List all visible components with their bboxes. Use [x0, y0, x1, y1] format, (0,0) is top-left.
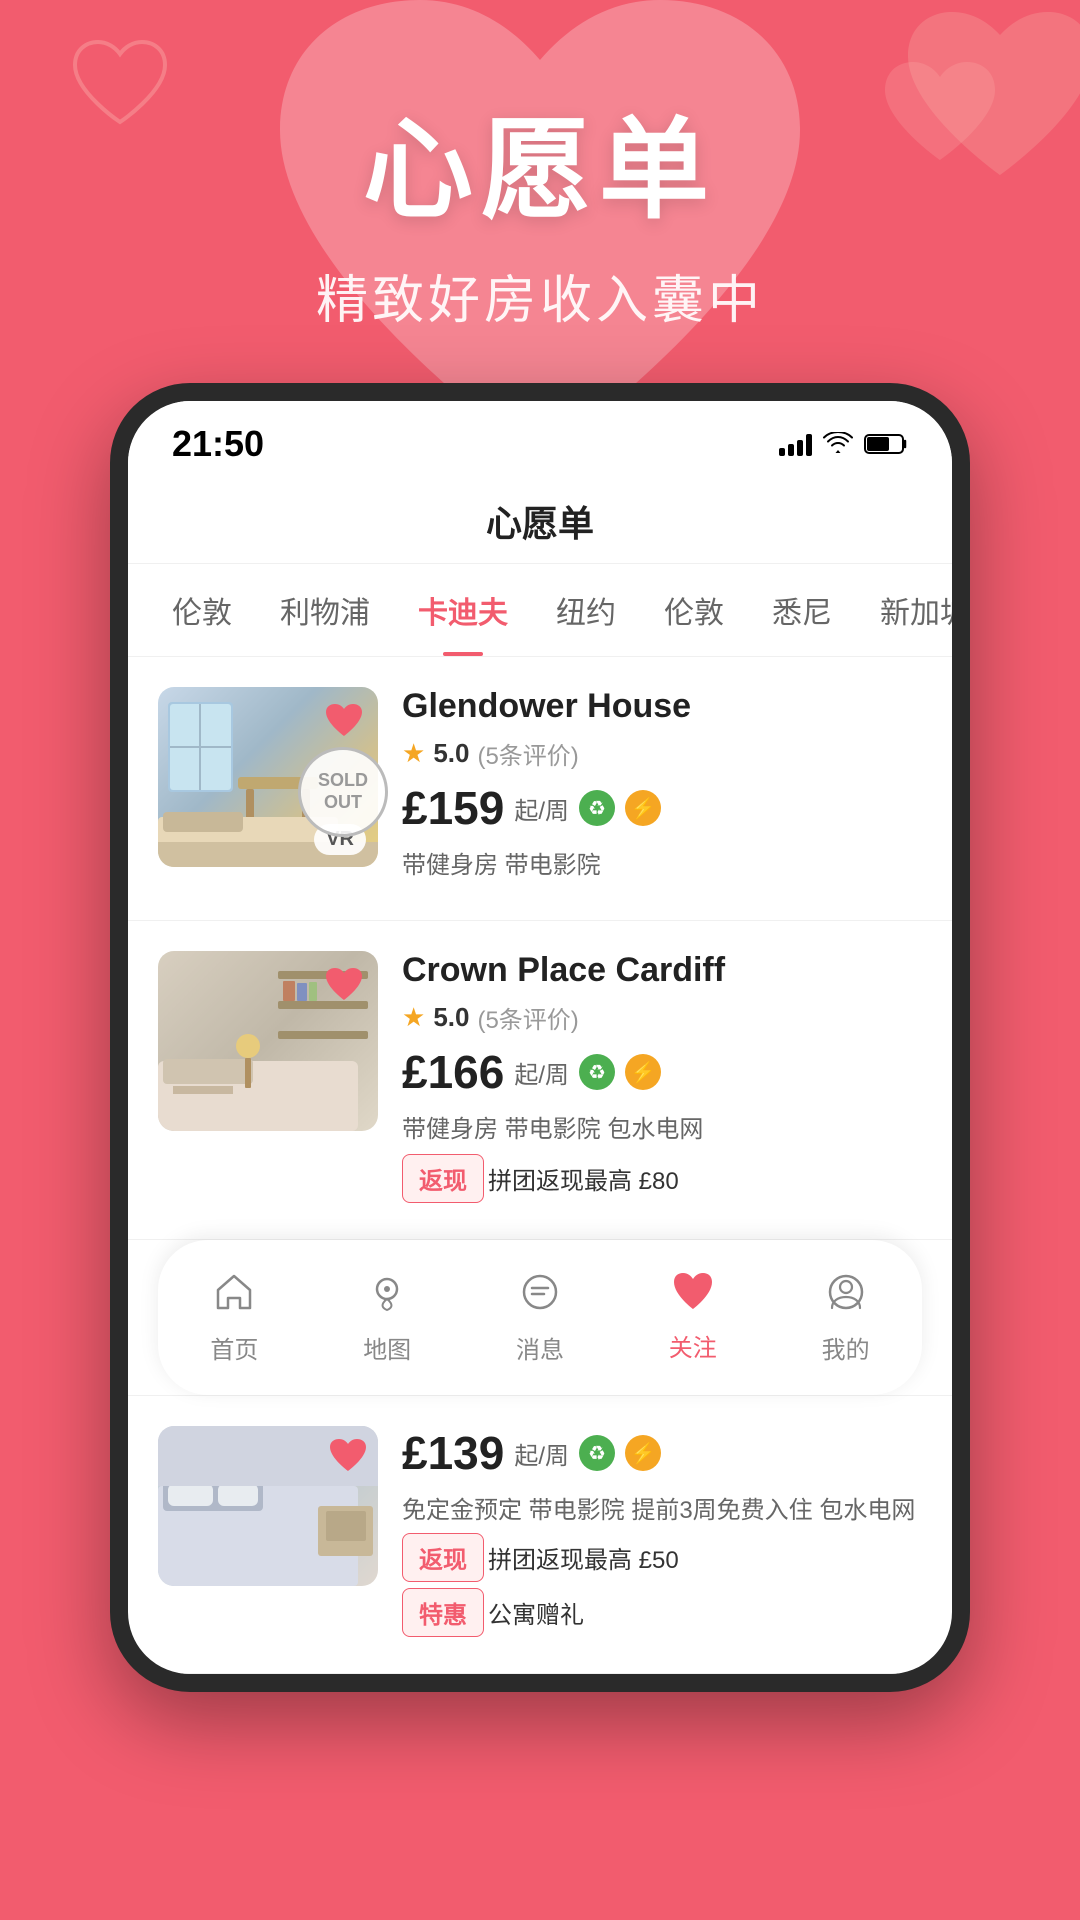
listing-image-wrap-3 [158, 1426, 378, 1586]
hero-subtitle: 精致好房收入囊中 [0, 258, 1080, 333]
listing-amenities-1: 带健身房 带电影院 [402, 845, 922, 880]
page-title-bar: 心愿单 [128, 475, 952, 564]
special-tag-3: 特惠 [402, 1588, 484, 1637]
listing-price-row-3: £139 起/周 ♻ ⚡ [402, 1426, 922, 1480]
nav-item-map[interactable]: 地图 [333, 1260, 441, 1375]
heart-nav-icon [671, 1272, 715, 1320]
cashback-row-3: 返现 拼团返现最高 £50 [402, 1533, 922, 1582]
heart-badge-2[interactable] [322, 963, 366, 1007]
listing-card-1[interactable]: VR SOLD OUT Glendower House ★ 5.0 (5条评价)… [128, 657, 952, 921]
lightning-icon-2: ⚡ [625, 1054, 661, 1090]
status-time: 21:50 [172, 423, 264, 465]
eco-icon-2: ♻ [579, 1054, 615, 1090]
listing-info-3: £139 起/周 ♻ ⚡ 免定金预定 带电影院 提前3周免费入住 包水电网 返现… [402, 1426, 922, 1643]
rating-score-1: 5.0 [433, 738, 469, 769]
listing-amenities-2: 带健身房 带电影院 包水电网 [402, 1109, 922, 1144]
lightning-icon-3: ⚡ [625, 1435, 661, 1471]
nav-label-home: 首页 [210, 1330, 258, 1365]
lightning-icon-1: ⚡ [625, 790, 661, 826]
tab-liverpool[interactable]: 利物浦 [256, 564, 394, 656]
rating-count-2: (5条评价) [477, 1000, 578, 1035]
nav-item-home[interactable]: 首页 [180, 1260, 288, 1375]
listing-price-row-2: £166 起/周 ♻ ⚡ [402, 1045, 922, 1099]
hero-section: 心愿单 精致好房收入囊中 [0, 0, 1080, 373]
listing-amenities-3: 免定金预定 带电影院 提前3周免费入住 包水电网 [402, 1490, 922, 1525]
tab-newyork[interactable]: 纽约 [532, 564, 640, 656]
star-icon-1: ★ [402, 738, 425, 769]
cashback-text-3: 拼团返现最高 £50 [488, 1540, 679, 1575]
status-icons [779, 432, 908, 456]
special-row-3: 特惠 公寓赠礼 [402, 1588, 922, 1637]
listing-info-2: Crown Place Cardiff ★ 5.0 (5条评价) £166 起/… [402, 951, 922, 1209]
listing-rating-2: ★ 5.0 (5条评价) [402, 1000, 922, 1035]
listing-price-1: £159 [402, 781, 504, 835]
bottom-nav: 首页 地图 [158, 1240, 922, 1395]
listing-price-unit-3: 起/周 [514, 1436, 569, 1471]
listing-info-1: Glendower House ★ 5.0 (5条评价) £159 起/周 ♻ … [402, 687, 922, 890]
rating-score-2: 5.0 [433, 1002, 469, 1033]
user-icon [824, 1270, 868, 1322]
cashback-row-2: 返现 拼团返现最高 £80 [402, 1154, 922, 1203]
sold-out-badge-1: SOLD OUT [298, 747, 388, 837]
hero-title: 心愿单 [0, 80, 1080, 240]
listing-price-row-1: £159 起/周 ♻ ⚡ [402, 781, 922, 835]
nav-label-map: 地图 [363, 1330, 411, 1365]
phone-mockup: 21:50 心愿单 [0, 383, 1080, 1692]
listing-price-3: £139 [402, 1426, 504, 1480]
home-icon [212, 1270, 256, 1322]
special-text-3: 公寓赠礼 [488, 1595, 584, 1630]
nav-label-profile: 我的 [822, 1330, 870, 1365]
nav-item-favorites[interactable]: 关注 [639, 1262, 747, 1373]
cashback-tag-2: 返现 [402, 1154, 484, 1203]
tab-cardiff[interactable]: 卡迪夫 [394, 564, 532, 656]
nav-item-messages[interactable]: 消息 [486, 1260, 594, 1375]
listing-rating-1: ★ 5.0 (5条评价) [402, 736, 922, 771]
eco-icon-1: ♻ [579, 790, 615, 826]
listing-image-wrap-1: VR SOLD OUT [158, 687, 378, 867]
nav-label-favorites: 关注 [669, 1328, 717, 1363]
tab-london1[interactable]: 伦敦 [148, 564, 256, 656]
listing-card-3[interactable]: £139 起/周 ♻ ⚡ 免定金预定 带电影院 提前3周免费入住 包水电网 返现… [128, 1395, 952, 1674]
bottom-nav-wrapper: 首页 地图 [128, 1240, 952, 1395]
status-bar: 21:50 [128, 401, 952, 475]
listing-image-wrap-2 [158, 951, 378, 1131]
tab-sydney[interactable]: 悉尼 [748, 564, 856, 656]
nav-label-messages: 消息 [516, 1330, 564, 1365]
battery-icon [864, 432, 908, 456]
wifi-icon [822, 432, 854, 456]
listing-price-2: £166 [402, 1045, 504, 1099]
star-icon-2: ★ [402, 1002, 425, 1033]
heart-badge-1[interactable] [322, 699, 366, 743]
listing-price-unit-1: 起/周 [514, 791, 569, 826]
nav-item-profile[interactable]: 我的 [792, 1260, 900, 1375]
category-tabs[interactable]: 伦敦 利物浦 卡迪夫 纽约 伦敦 悉尼 新加坡 [128, 564, 952, 657]
map-icon [365, 1270, 409, 1322]
message-icon [518, 1270, 562, 1322]
rating-count-1: (5条评价) [477, 736, 578, 771]
listing-name-1: Glendower House [402, 687, 922, 726]
listing-price-unit-2: 起/周 [514, 1055, 569, 1090]
page-title: 心愿单 [486, 503, 594, 544]
cashback-text-2: 拼团返现最高 £80 [488, 1161, 679, 1196]
tab-london2[interactable]: 伦敦 [640, 564, 748, 656]
signal-icon [779, 432, 812, 456]
cashback-tag-3: 返现 [402, 1533, 484, 1582]
heart-badge-3[interactable] [326, 1434, 370, 1478]
listing-card-2[interactable]: Crown Place Cardiff ★ 5.0 (5条评价) £166 起/… [128, 921, 952, 1240]
eco-icon-3: ♻ [579, 1435, 615, 1471]
tab-singapore[interactable]: 新加坡 [856, 564, 952, 656]
listing-name-2: Crown Place Cardiff [402, 951, 922, 990]
